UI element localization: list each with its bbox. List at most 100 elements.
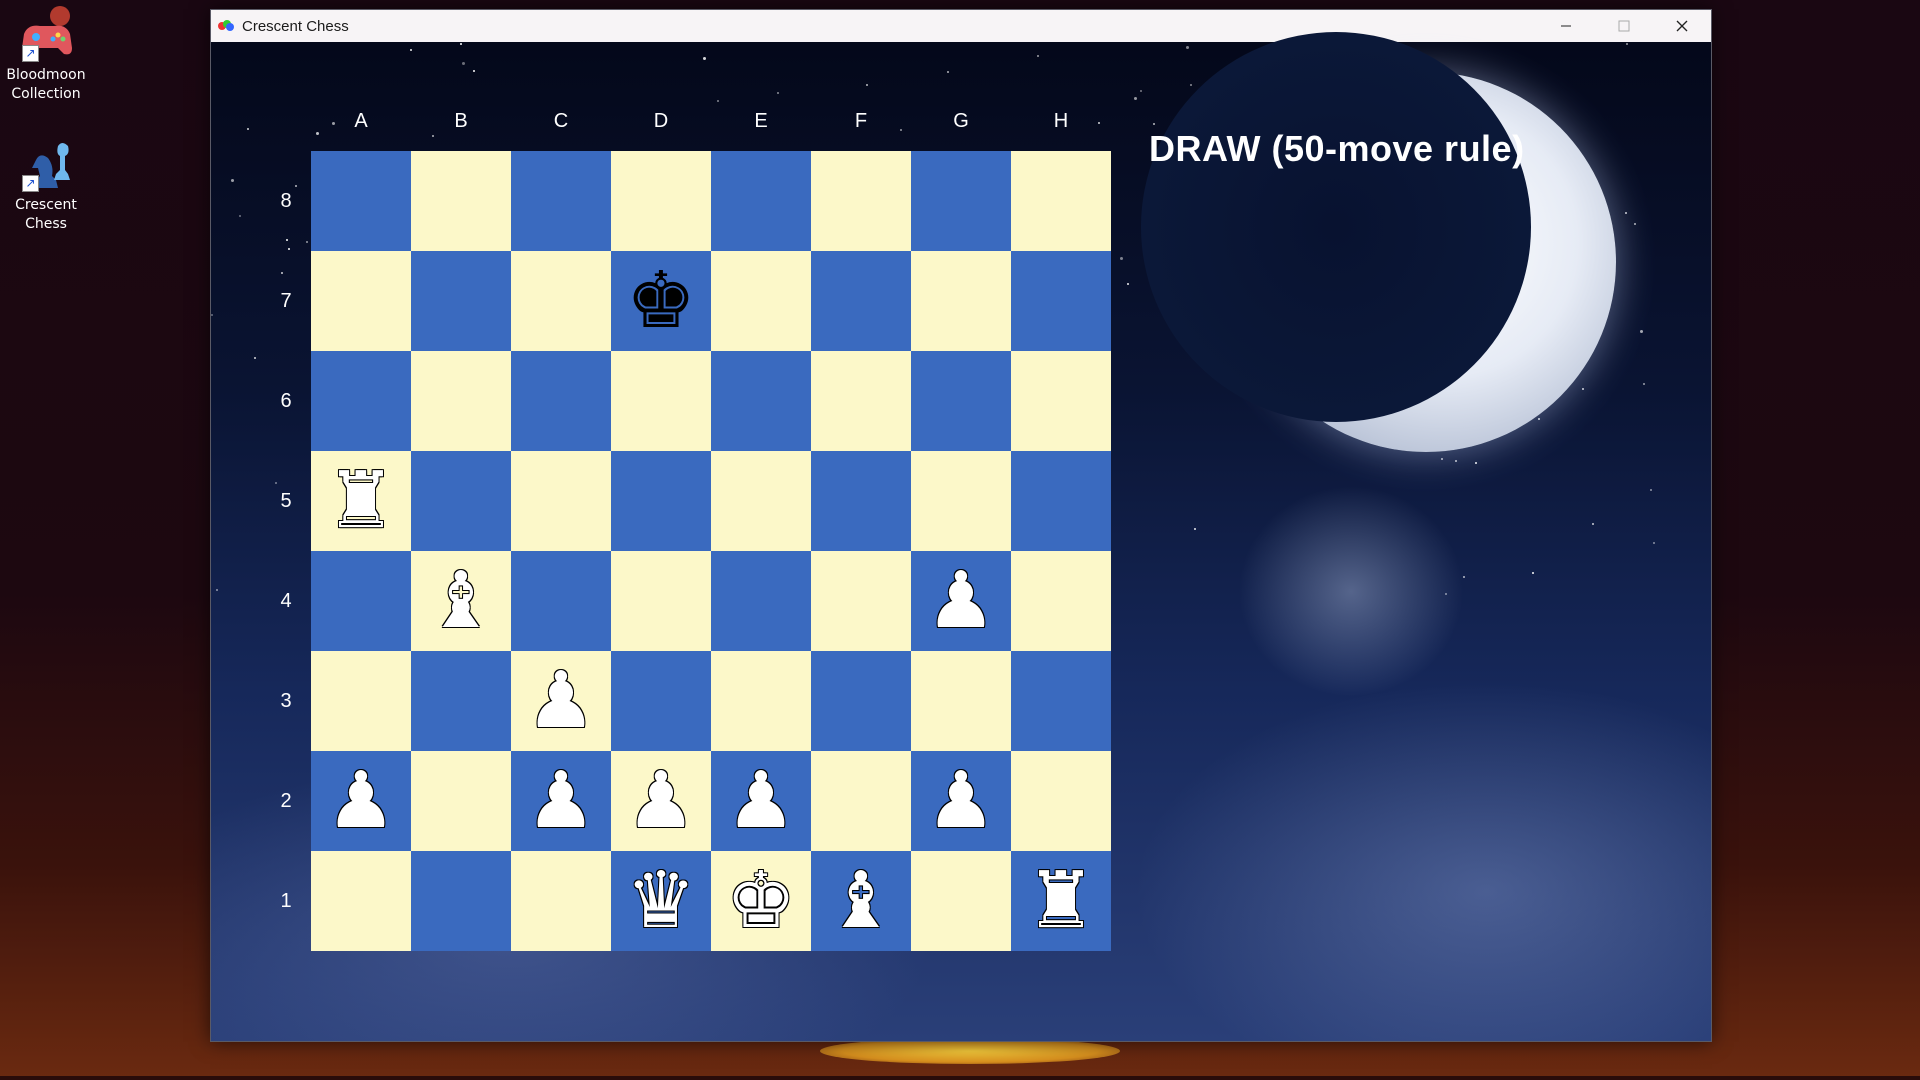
square-c3[interactable]: ♟ — [511, 651, 611, 751]
desktop-icon-label: Crescent — [15, 197, 77, 213]
white-bishop-piece[interactable]: ♝ — [426, 562, 496, 640]
star-decoration — [473, 70, 475, 72]
square-h4[interactable] — [1011, 551, 1111, 651]
star-decoration — [1134, 97, 1137, 100]
square-d5[interactable] — [611, 451, 711, 551]
square-b8[interactable] — [411, 151, 511, 251]
square-a1[interactable] — [311, 851, 411, 951]
square-b2[interactable] — [411, 751, 511, 851]
square-d4[interactable] — [611, 551, 711, 651]
star-decoration — [275, 482, 277, 484]
square-g4[interactable]: ♟ — [911, 551, 1011, 651]
square-d7[interactable]: ♚ — [611, 251, 711, 351]
square-b3[interactable] — [411, 651, 511, 751]
square-d2[interactable]: ♟ — [611, 751, 711, 851]
white-pawn-piece[interactable]: ♟ — [626, 762, 696, 840]
star-decoration — [1441, 458, 1443, 460]
star-decoration — [1463, 576, 1465, 578]
square-e3[interactable] — [711, 651, 811, 751]
white-rook-piece[interactable]: ♜ — [326, 462, 396, 540]
white-pawn-piece[interactable]: ♟ — [526, 762, 596, 840]
square-f1[interactable]: ♝ — [811, 851, 911, 951]
square-h7[interactable] — [1011, 251, 1111, 351]
square-g6[interactable] — [911, 351, 1011, 451]
white-pawn-piece[interactable]: ♟ — [926, 762, 996, 840]
square-d8[interactable] — [611, 151, 711, 251]
square-b5[interactable] — [411, 451, 511, 551]
square-b1[interactable] — [411, 851, 511, 951]
white-pawn-piece[interactable]: ♟ — [326, 762, 396, 840]
square-h2[interactable] — [1011, 751, 1111, 851]
desktop-icon-bloodmoon-collection[interactable]: ↗ Bloodmoon Collection — [4, 4, 88, 104]
square-d1[interactable]: ♛ — [611, 851, 711, 951]
square-a4[interactable] — [311, 551, 411, 651]
square-f6[interactable] — [811, 351, 911, 451]
square-e5[interactable] — [711, 451, 811, 551]
rank-label-3: 3 — [280, 690, 292, 712]
maximize-button[interactable] — [1595, 10, 1653, 42]
white-pawn-piece[interactable]: ♟ — [726, 762, 796, 840]
star-decoration — [216, 589, 218, 591]
square-b4[interactable]: ♝ — [411, 551, 511, 651]
square-d3[interactable] — [611, 651, 711, 751]
star-decoration — [1532, 572, 1534, 574]
square-h3[interactable] — [1011, 651, 1111, 751]
rank-label-7: 7 — [280, 290, 292, 312]
white-pawn-piece[interactable]: ♟ — [526, 662, 596, 740]
square-f5[interactable] — [811, 451, 911, 551]
square-e2[interactable]: ♟ — [711, 751, 811, 851]
square-e1[interactable]: ♚ — [711, 851, 811, 951]
square-h5[interactable] — [1011, 451, 1111, 551]
desktop-icon-crescent-chess[interactable]: ↗ Crescent Chess — [4, 134, 88, 234]
square-h6[interactable] — [1011, 351, 1111, 451]
square-c4[interactable] — [511, 551, 611, 651]
star-decoration — [1640, 330, 1643, 333]
square-c6[interactable] — [511, 351, 611, 451]
square-c8[interactable] — [511, 151, 611, 251]
square-a5[interactable]: ♜ — [311, 451, 411, 551]
square-c7[interactable] — [511, 251, 611, 351]
white-king-piece[interactable]: ♚ — [726, 862, 796, 940]
square-g3[interactable] — [911, 651, 1011, 751]
square-e4[interactable] — [711, 551, 811, 651]
square-d6[interactable] — [611, 351, 711, 451]
square-h1[interactable]: ♜ — [1011, 851, 1111, 951]
square-a6[interactable] — [311, 351, 411, 451]
chess-board[interactable]: ♚ ♜ ♝ ♟ ♟ ♟ ♟ ♟ ♟ ♟ ♛ ♚ ♝ ♜ — [311, 151, 1111, 951]
square-a7[interactable] — [311, 251, 411, 351]
square-f3[interactable] — [811, 651, 911, 751]
square-g7[interactable] — [911, 251, 1011, 351]
square-e7[interactable] — [711, 251, 811, 351]
white-pawn-piece[interactable]: ♟ — [926, 562, 996, 640]
square-a8[interactable] — [311, 151, 411, 251]
square-f2[interactable] — [811, 751, 911, 851]
white-bishop-piece[interactable]: ♝ — [826, 862, 896, 940]
square-c1[interactable] — [511, 851, 611, 951]
minimize-button[interactable] — [1537, 10, 1595, 42]
black-king-piece[interactable]: ♚ — [626, 262, 696, 340]
square-f7[interactable] — [811, 251, 911, 351]
square-g5[interactable] — [911, 451, 1011, 551]
white-queen-piece[interactable]: ♛ — [626, 862, 696, 940]
app-logo-icon — [218, 20, 234, 32]
square-g8[interactable] — [911, 151, 1011, 251]
square-g2[interactable]: ♟ — [911, 751, 1011, 851]
square-e6[interactable] — [711, 351, 811, 451]
square-e8[interactable] — [711, 151, 811, 251]
square-c5[interactable] — [511, 451, 611, 551]
close-icon — [1676, 20, 1688, 32]
white-rook-piece[interactable]: ♜ — [1026, 862, 1096, 940]
square-a3[interactable] — [311, 651, 411, 751]
square-f4[interactable] — [811, 551, 911, 651]
close-button[interactable] — [1653, 10, 1711, 42]
star-decoration — [1037, 55, 1039, 57]
star-decoration — [703, 57, 706, 60]
square-f8[interactable] — [811, 151, 911, 251]
square-c2[interactable]: ♟ — [511, 751, 611, 851]
square-b6[interactable] — [411, 351, 511, 451]
square-b7[interactable] — [411, 251, 511, 351]
square-g1[interactable] — [911, 851, 1011, 951]
square-h8[interactable] — [1011, 151, 1111, 251]
square-a2[interactable]: ♟ — [311, 751, 411, 851]
title-bar[interactable]: Crescent Chess — [211, 10, 1711, 42]
